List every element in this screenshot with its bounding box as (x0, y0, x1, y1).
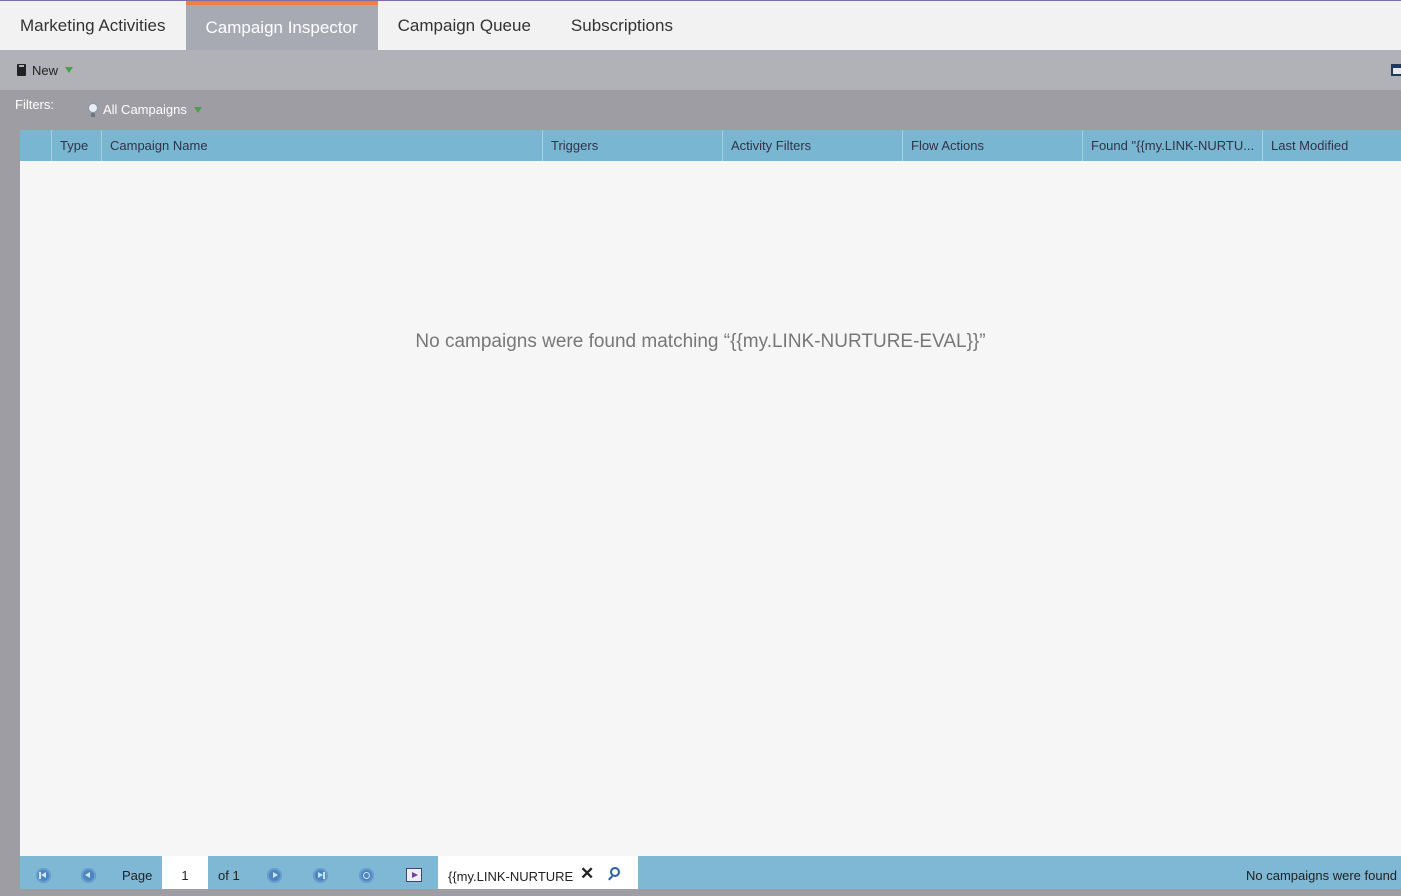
pagination-bar: Page 1 of 1 {{my.LINK-NURTURE-EVAL}} ✕ N… (20, 856, 1401, 889)
export-icon[interactable] (406, 868, 422, 882)
col-header-campaign-name[interactable]: Campaign Name (101, 130, 542, 161)
page-number-input[interactable]: 1 (162, 856, 208, 889)
filters-bar: Filters: All Campaigns (0, 90, 1401, 130)
col-header-found[interactable]: Found "{{my.LINK-NURTU... (1082, 130, 1262, 161)
tab-subscriptions[interactable]: Subscriptions (551, 1, 693, 50)
page-count-label: of 1 (218, 868, 240, 883)
empty-results-message: No campaigns were found matching “{{my.L… (415, 331, 986, 352)
tab-campaign-queue[interactable]: Campaign Queue (378, 1, 551, 50)
all-campaigns-filter[interactable]: All Campaigns (88, 102, 202, 117)
col-header-last-modified[interactable]: Last Modified (1262, 130, 1401, 161)
results-status: No campaigns were found (1246, 868, 1398, 883)
filters-label: Filters: (15, 97, 54, 112)
toolbar: New (0, 50, 1401, 90)
col-header-flow-actions[interactable]: Flow Actions (902, 130, 1082, 161)
new-button[interactable]: New (17, 62, 74, 78)
campaign-grid: Type Campaign Name Triggers Activity Fil… (20, 130, 1401, 856)
col-header-activity-filters[interactable]: Activity Filters (722, 130, 902, 161)
col-header-type[interactable]: Type (51, 130, 101, 161)
lightbulb-icon (88, 102, 98, 117)
last-page-icon[interactable] (313, 868, 328, 883)
search-input[interactable]: {{my.LINK-NURTURE-EVAL}} ✕ (438, 856, 638, 889)
clear-search-icon[interactable]: ✕ (580, 865, 594, 882)
dropdown-arrow-icon (193, 106, 202, 113)
col-header-triggers[interactable]: Triggers (542, 130, 722, 161)
previous-page-icon[interactable] (81, 868, 96, 883)
new-button-label: New (32, 62, 59, 78)
new-document-icon (17, 64, 26, 76)
first-page-icon[interactable] (36, 868, 51, 883)
tab-bar: Marketing Activities Campaign Inspector … (0, 1, 1401, 50)
next-page-icon[interactable] (267, 868, 282, 883)
grid-header: Type Campaign Name Triggers Activity Fil… (20, 130, 1401, 161)
all-campaigns-label: All Campaigns (103, 102, 187, 117)
page-label: Page (122, 868, 153, 883)
search-input-value: {{my.LINK-NURTURE-EVAL}} (448, 869, 574, 884)
refresh-icon[interactable] (359, 868, 374, 883)
tab-marketing-activities[interactable]: Marketing Activities (0, 1, 186, 50)
col-header-select[interactable] (20, 130, 51, 161)
dropdown-arrow-icon (65, 67, 74, 73)
maximize-window-icon[interactable] (1391, 64, 1401, 76)
tab-campaign-inspector[interactable]: Campaign Inspector (185, 1, 378, 50)
search-icon[interactable] (610, 867, 620, 877)
